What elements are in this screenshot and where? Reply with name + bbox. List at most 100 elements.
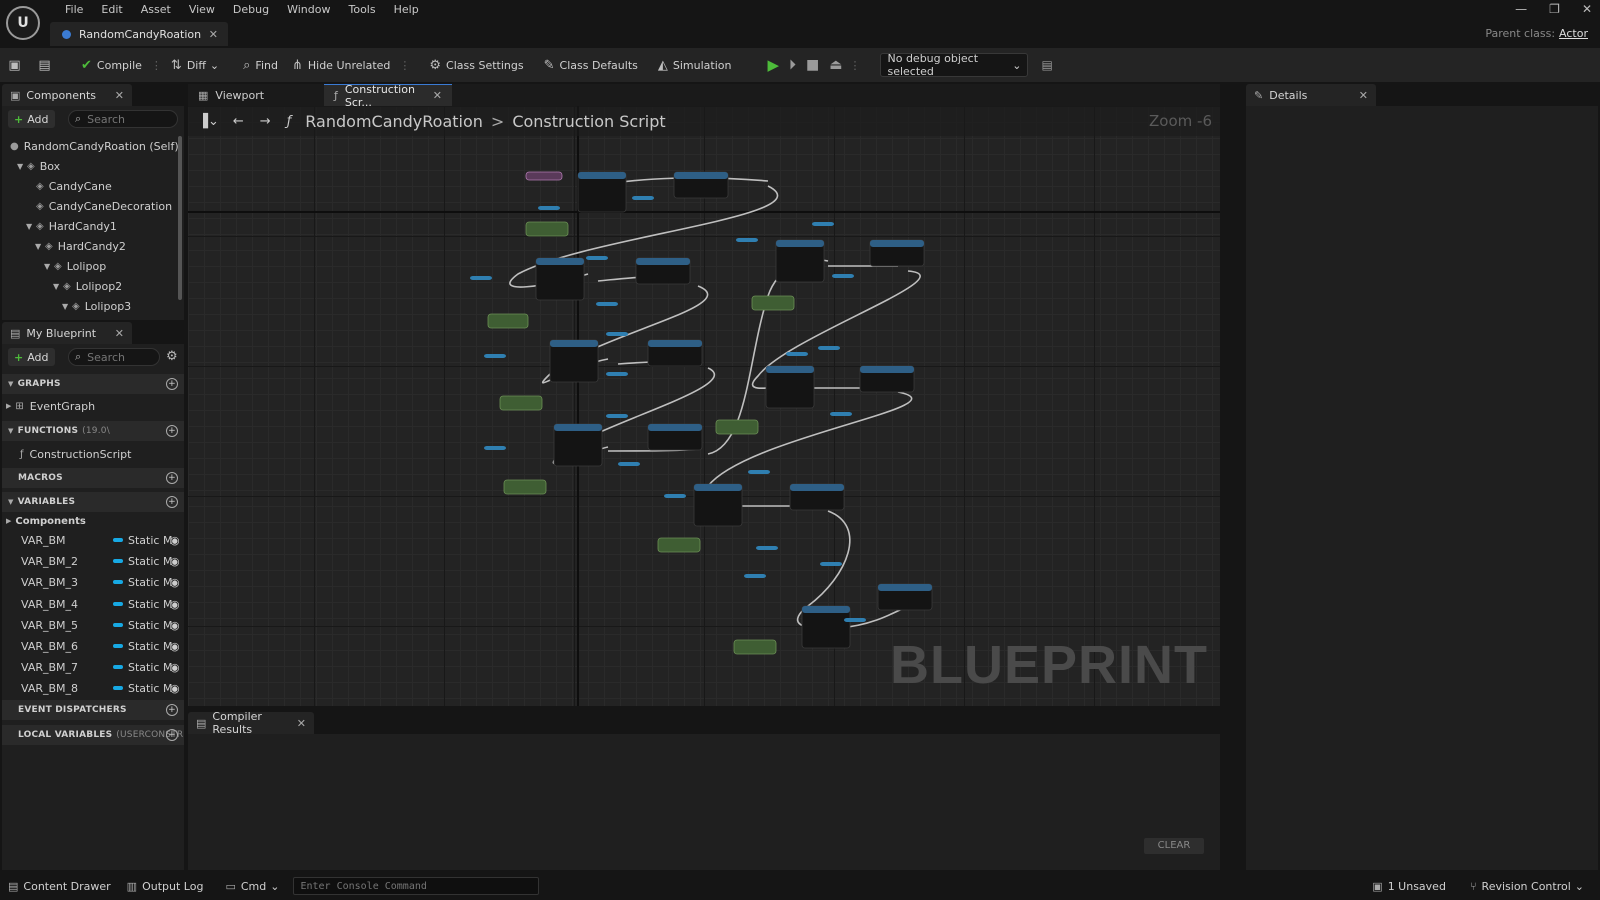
eye-icon[interactable]: ◉ [170, 619, 180, 632]
add-component-button[interactable]: + Add [8, 110, 55, 128]
variable-row[interactable]: VAR_BM Static M ◉ [4, 530, 186, 551]
breadcrumb-root[interactable]: RandomCandyRoation [305, 112, 483, 131]
variable-get-node[interactable] [657, 537, 701, 553]
play-options-icon[interactable]: ⋮ [849, 59, 860, 72]
expand-icon[interactable]: ▼ [53, 282, 63, 291]
class-settings-button[interactable]: ⚙ Class Settings [422, 52, 530, 78]
expand-icon[interactable]: ▼ [35, 242, 45, 251]
menu-help[interactable]: Help [385, 2, 428, 18]
pure-node[interactable] [844, 618, 866, 622]
hide-options-icon[interactable]: ⋮ [399, 59, 410, 72]
function-node-header[interactable] [694, 484, 742, 491]
blueprint-search-input[interactable] [87, 350, 148, 364]
pure-node[interactable] [736, 238, 758, 242]
pure-node[interactable] [818, 346, 840, 350]
function-node-header[interactable] [802, 606, 850, 613]
pure-node[interactable] [830, 412, 852, 416]
components-search[interactable]: ⌕ [68, 110, 178, 128]
component-tree-item[interactable]: ▼ ◈ HardCandy2 [8, 236, 180, 256]
pure-node[interactable] [786, 352, 808, 356]
expand-icon[interactable]: ▼ [17, 162, 27, 171]
pure-node[interactable] [632, 196, 654, 200]
eye-icon[interactable]: ◉ [170, 598, 180, 611]
bookmark-icon[interactable]: ▐⌄ [198, 114, 219, 129]
console-input[interactable] [300, 880, 539, 892]
add-variable-icon[interactable]: + [166, 496, 178, 508]
eject-icon[interactable]: ⏏ [824, 57, 847, 73]
step-icon[interactable]: ⏵ [784, 57, 801, 73]
tab-viewport[interactable]: ▦ Viewport [188, 84, 324, 106]
menu-view[interactable]: View [180, 2, 224, 18]
menu-debug[interactable]: Debug [224, 2, 278, 18]
pure-node[interactable] [470, 276, 492, 280]
compile-button[interactable]: ✔ Compile [74, 52, 149, 78]
content-drawer-button[interactable]: ▤ Content Drawer [0, 880, 119, 893]
function-node-header[interactable] [870, 240, 924, 247]
my-blueprint-tab[interactable]: ▤ My Blueprint ✕ [2, 322, 132, 344]
settings-gear-icon[interactable]: ⚙ [166, 349, 178, 364]
menu-file[interactable]: File [56, 2, 92, 18]
components-group[interactable]: ▶ Components [6, 511, 86, 531]
component-tree-item[interactable]: ▼ ◈ Box [8, 156, 180, 176]
class-defaults-button[interactable]: ✎ Class Defaults [537, 52, 645, 78]
function-node-header[interactable] [554, 424, 602, 431]
expand-icon[interactable]: ▼ [62, 302, 72, 311]
variable-get-node[interactable] [751, 295, 795, 311]
event-node[interactable] [525, 171, 563, 181]
save-button[interactable]: ▣ [4, 52, 30, 78]
expand-icon[interactable]: ▼ [44, 262, 54, 271]
stop-icon[interactable]: ■ [801, 57, 824, 73]
node-graph[interactable] [188, 106, 1220, 706]
variable-get-node[interactable] [503, 479, 547, 495]
menu-tools[interactable]: Tools [339, 2, 384, 18]
close-icon[interactable]: ✕ [107, 89, 124, 102]
variable-get-node[interactable] [733, 639, 777, 655]
component-tree-item[interactable]: ▼ ◈ Lolipop3 [8, 296, 180, 316]
find-button[interactable]: ⌕ Find [236, 52, 285, 78]
variable-row[interactable]: VAR_BM_5 Static M ◉ [4, 615, 186, 636]
unsaved-button[interactable]: ▣ 1 Unsaved [1364, 880, 1454, 893]
variable-get-node[interactable] [525, 221, 569, 237]
pure-node[interactable] [538, 206, 560, 210]
cmd-button[interactable]: ▭ Cmd ⌄ [217, 880, 287, 893]
play-icon[interactable]: ▶ [762, 56, 784, 74]
add-local-variable-icon[interactable]: + [166, 729, 178, 741]
graph-canvas[interactable]: ▐⌄ ← → ƒ RandomCandyRoation > Construction… [188, 106, 1220, 706]
eye-icon[interactable]: ◉ [170, 682, 180, 695]
pure-node[interactable] [606, 332, 628, 336]
variable-row[interactable]: VAR_BM_6 Static M ◉ [4, 636, 186, 657]
component-tree-item[interactable]: ● RandomCandyRoation (Self) [8, 136, 180, 156]
component-tree-item[interactable]: ▼ ◈ HardCandy1 [8, 216, 180, 236]
variable-get-node[interactable] [487, 313, 529, 329]
browse-button[interactable]: ▤ [34, 52, 60, 78]
eye-icon[interactable]: ◉ [170, 534, 180, 547]
window-close-icon[interactable]: ✕ [1582, 2, 1592, 16]
construction-script-item[interactable]: ƒ ConstructionScript [20, 444, 131, 464]
eye-icon[interactable]: ◉ [170, 640, 180, 653]
minimize-icon[interactable]: — [1515, 2, 1527, 16]
variable-row[interactable]: VAR_BM_3 Static M ◉ [4, 572, 186, 593]
variable-type[interactable]: Static M [128, 640, 172, 653]
pure-node[interactable] [748, 470, 770, 474]
close-icon[interactable]: ✕ [107, 327, 124, 340]
variable-get-node[interactable] [715, 419, 759, 435]
expand-icon[interactable]: ▼ [26, 222, 36, 231]
pure-node[interactable] [484, 354, 506, 358]
variable-type[interactable]: Static M [128, 534, 172, 547]
function-node-header[interactable] [674, 172, 728, 179]
eye-icon[interactable]: ◉ [170, 555, 180, 568]
add-member-button[interactable]: + Add [8, 348, 55, 366]
variable-row[interactable]: VAR_BM_7 Static M ◉ [4, 657, 186, 678]
component-tree-item[interactable]: ◈ CandyCaneDecoration [8, 196, 180, 216]
pure-node[interactable] [820, 562, 842, 566]
clear-button[interactable]: CLEAR [1144, 838, 1204, 854]
revision-control-button[interactable]: ⑂ Revision Control ⌄ [1462, 880, 1592, 893]
parent-class-link[interactable]: Actor [1559, 27, 1588, 40]
add-function-icon[interactable]: + [166, 425, 178, 437]
pure-node[interactable] [484, 446, 506, 450]
variable-type[interactable]: Static M [128, 682, 172, 695]
variable-type[interactable]: Static M [128, 661, 172, 674]
breadcrumb-leaf[interactable]: Construction Script [512, 112, 665, 131]
components-scrollbar[interactable] [178, 136, 182, 300]
function-node-header[interactable] [860, 366, 914, 373]
